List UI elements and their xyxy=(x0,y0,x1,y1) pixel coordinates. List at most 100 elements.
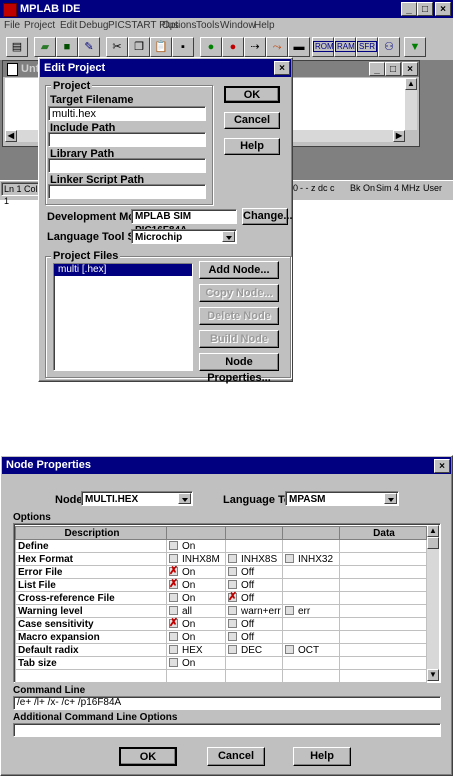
checkbox-icon[interactable] xyxy=(228,618,237,628)
close-button[interactable]: × xyxy=(435,2,451,16)
checkbox-icon[interactable] xyxy=(169,605,178,615)
delete-node-button[interactable]: Delete Node xyxy=(199,307,279,325)
menu-debug[interactable]: Debug xyxy=(79,20,108,31)
add-node-button[interactable]: Add Node... xyxy=(199,261,279,279)
checkbox-icon[interactable] xyxy=(169,644,178,654)
save-icon[interactable]: ■ xyxy=(56,37,78,57)
project-file-item[interactable]: multi [.hex] xyxy=(54,264,192,276)
node-properties-close-button[interactable]: × xyxy=(434,459,450,473)
copy-node-button[interactable]: Copy Node... xyxy=(199,284,279,302)
edit-project-close-button[interactable]: × xyxy=(274,61,290,75)
option-data[interactable] xyxy=(339,643,427,657)
menu-help[interactable]: Help xyxy=(254,20,275,31)
options-scroll-down-button[interactable]: ▼ xyxy=(427,669,439,681)
node-properties-button[interactable]: Node Properties... xyxy=(199,353,279,384)
scroll-left-button[interactable]: ◀ xyxy=(5,130,17,142)
option-cell: Off xyxy=(225,630,283,644)
node-select[interactable]: MULTI.HEX xyxy=(81,491,193,506)
change-button[interactable]: Change... xyxy=(242,208,293,225)
menu-edit[interactable]: Edit xyxy=(60,20,77,31)
scroll-up-button[interactable]: ▲ xyxy=(405,78,417,90)
filter-icon[interactable]: ▼ xyxy=(404,37,426,57)
cut-icon[interactable]: ✂ xyxy=(106,37,128,57)
checked-checkbox-icon[interactable] xyxy=(169,564,178,577)
paste-icon[interactable]: 📋 xyxy=(150,37,172,57)
additional-options-field[interactable] xyxy=(13,723,441,737)
menu-file[interactable]: File xyxy=(4,20,20,31)
checkbox-icon[interactable] xyxy=(285,553,294,563)
checked-checkbox-icon[interactable] xyxy=(169,616,178,629)
checkbox-icon[interactable] xyxy=(228,566,237,576)
node-cancel-button[interactable]: Cancel xyxy=(207,747,265,766)
option-data[interactable] xyxy=(339,565,427,579)
language-tool-suite-select[interactable]: Microchip xyxy=(131,229,237,244)
option-data[interactable] xyxy=(339,578,427,592)
menu-window[interactable]: Window xyxy=(220,20,256,31)
editor-minimize-button[interactable]: _ xyxy=(369,62,385,76)
sfr-button[interactable]: SFR xyxy=(356,37,378,57)
option-data[interactable] xyxy=(339,669,427,683)
checkbox-icon[interactable] xyxy=(169,540,178,550)
halt-icon[interactable]: ● xyxy=(222,37,244,57)
help-button[interactable]: Help xyxy=(224,138,280,155)
checked-checkbox-icon[interactable] xyxy=(169,577,178,590)
chevron-down-icon[interactable] xyxy=(222,231,235,242)
editor-maximize-button[interactable]: □ xyxy=(385,62,401,76)
ok-button[interactable]: OK xyxy=(224,86,280,103)
options-scroll-thumb[interactable] xyxy=(427,537,439,549)
linker-script-field[interactable] xyxy=(48,184,206,199)
step-icon[interactable]: ⤳ xyxy=(266,37,288,57)
checkbox-icon[interactable] xyxy=(228,631,237,641)
cancel-button[interactable]: Cancel xyxy=(224,112,280,129)
save-file-icon[interactable]: ▪ xyxy=(172,37,194,57)
ram-button[interactable]: RAM xyxy=(334,37,357,57)
option-data[interactable] xyxy=(339,552,427,566)
checkbox-icon[interactable] xyxy=(228,605,237,615)
open-project-icon[interactable]: ▤ xyxy=(6,37,28,57)
open-file-icon[interactable]: ▰ xyxy=(34,37,56,57)
animate-icon[interactable]: ⇢ xyxy=(244,37,266,57)
option-data[interactable] xyxy=(339,604,427,618)
checkbox-icon[interactable] xyxy=(169,631,178,641)
option-cell: OCT xyxy=(282,643,340,657)
language-tool-select[interactable]: MPASM xyxy=(285,491,399,506)
checkbox-icon[interactable] xyxy=(169,657,178,667)
scroll-right-button[interactable]: ▶ xyxy=(393,130,405,142)
library-path-field[interactable] xyxy=(48,158,206,173)
option-data[interactable] xyxy=(339,591,427,605)
project-files-list[interactable]: multi [.hex] xyxy=(53,263,193,371)
reset-icon[interactable]: ▬ xyxy=(288,37,310,57)
option-data[interactable] xyxy=(339,630,427,644)
menu-options[interactable]: Options xyxy=(162,20,196,31)
include-path-field[interactable] xyxy=(48,132,206,147)
node-ok-button[interactable]: OK xyxy=(119,747,177,766)
checkbox-icon[interactable] xyxy=(285,644,294,654)
rom-button[interactable]: ROM xyxy=(312,37,336,57)
maximize-button[interactable]: □ xyxy=(417,2,433,16)
minimize-button[interactable]: _ xyxy=(401,2,417,16)
chevron-down-icon[interactable] xyxy=(384,493,397,504)
checkbox-icon[interactable] xyxy=(169,553,178,563)
checkbox-icon[interactable] xyxy=(228,579,237,589)
build-icon[interactable]: ✎ xyxy=(78,37,100,57)
checkbox-icon[interactable] xyxy=(285,605,294,615)
node-help-button[interactable]: Help xyxy=(293,747,351,766)
watch-icon[interactable]: ⚇ xyxy=(378,37,400,57)
checkbox-icon[interactable] xyxy=(228,553,237,563)
target-filename-field[interactable]: multi.hex xyxy=(48,106,206,121)
build-node-button[interactable]: Build Node xyxy=(199,330,279,348)
checkbox-icon[interactable] xyxy=(169,592,178,602)
menu-tools[interactable]: Tools xyxy=(196,20,219,31)
option-data[interactable] xyxy=(339,617,427,631)
chevron-down-icon[interactable] xyxy=(178,493,191,504)
copy-icon[interactable]: ❐ xyxy=(128,37,150,57)
option-data[interactable] xyxy=(339,539,427,553)
menu-project[interactable]: Project xyxy=(24,20,55,31)
option-data[interactable] xyxy=(339,656,427,670)
run-icon[interactable]: ● xyxy=(200,37,222,57)
checked-checkbox-icon[interactable] xyxy=(228,590,237,603)
editor-close-button[interactable]: × xyxy=(402,62,418,76)
option-label: DEC xyxy=(241,644,263,656)
options-scroll-up-button[interactable]: ▲ xyxy=(427,525,439,537)
checkbox-icon[interactable] xyxy=(228,644,237,654)
